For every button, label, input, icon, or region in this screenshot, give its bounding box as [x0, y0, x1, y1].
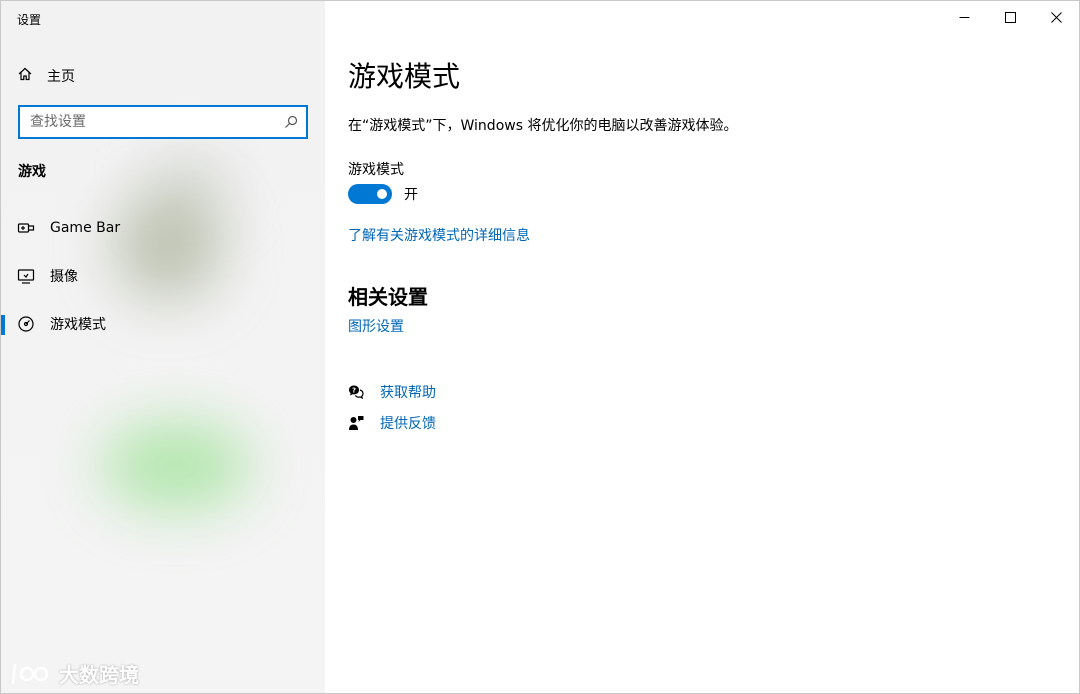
watermark: 大数跨境 [9, 659, 139, 688]
sidebar-item-game-bar[interactable]: Game Bar [1, 208, 325, 248]
toggle-knob [377, 189, 387, 199]
nav-home-label: 主页 [47, 69, 75, 85]
home-icon [17, 66, 33, 86]
minimize-icon [959, 16, 969, 18]
learn-more-link[interactable]: 了解有关游戏模式的详细信息 [348, 225, 530, 245]
acrylic-blur-blob [101, 421, 251, 511]
game-mode-toggle-row: 开 [348, 184, 418, 204]
game-bar-icon [17, 219, 35, 237]
sidebar-item-game-mode[interactable]: 游戏模式 [1, 304, 325, 344]
svg-text:?: ? [352, 387, 356, 395]
search-input[interactable] [20, 107, 284, 137]
watermark-text: 大数跨境 [59, 663, 139, 687]
app-title: 设置 [17, 13, 42, 27]
maximize-icon [1004, 11, 1016, 23]
feedback-icon [349, 416, 364, 430]
feedback-link[interactable]: 提供反馈 [380, 413, 436, 433]
game-mode-toggle[interactable] [348, 184, 392, 204]
game-mode-icon [17, 315, 35, 333]
sidebar-item-label: 游戏模式 [50, 317, 106, 333]
maximize-button[interactable] [987, 1, 1033, 33]
sidebar-item-label: 摄像 [50, 269, 78, 285]
window-controls [941, 1, 1079, 33]
search-box[interactable] [18, 105, 308, 139]
graphics-settings-link[interactable]: 图形设置 [348, 316, 404, 336]
minimize-button[interactable] [941, 1, 987, 33]
selection-indicator [1, 315, 5, 335]
close-button[interactable] [1033, 1, 1079, 33]
watermark-logo-icon [11, 663, 49, 684]
sidebar-item-label: Game Bar [50, 220, 121, 236]
page-title: 游戏模式 [348, 60, 461, 93]
get-help-link[interactable]: 获取帮助 [380, 382, 436, 402]
feedback-row[interactable]: 提供反馈 [348, 413, 436, 433]
section-label-gaming: 游戏 [18, 164, 46, 180]
sidebar-item-capture[interactable]: 摄像 [1, 256, 325, 296]
settings-window: 设置 主页 游戏 [0, 0, 1080, 694]
close-icon [1050, 11, 1062, 23]
get-help-icon: ? [349, 385, 364, 400]
search-icon[interactable] [284, 115, 298, 129]
game-mode-toggle-label: 游戏模式 [348, 162, 404, 178]
sidebar: 设置 主页 游戏 [1, 1, 325, 693]
get-help-row[interactable]: ? 获取帮助 [348, 382, 436, 402]
nav-home[interactable]: 主页 [17, 63, 75, 89]
page-description: 在“游戏模式”下，Windows 将优化你的电脑以改善游戏体验。 [348, 118, 738, 134]
toggle-state-text: 开 [404, 187, 418, 203]
related-settings-title: 相关设置 [348, 285, 428, 309]
capture-icon [17, 267, 35, 285]
